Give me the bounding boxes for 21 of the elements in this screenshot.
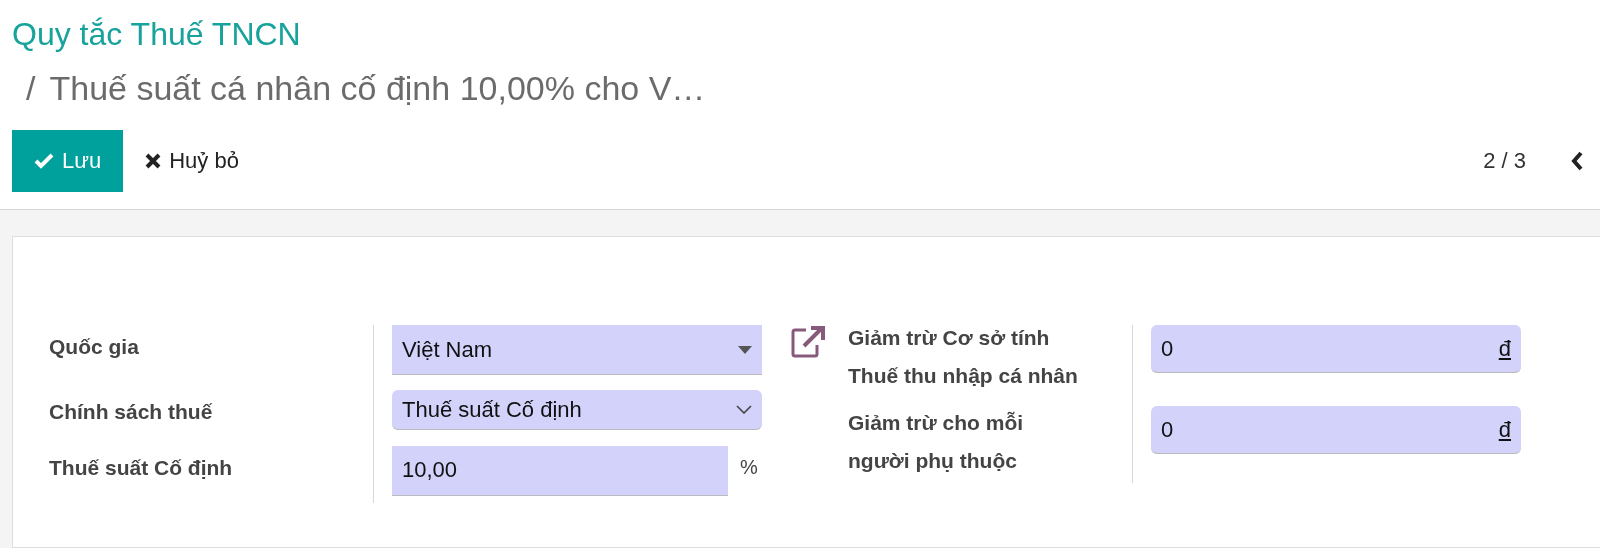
close-icon [145, 153, 162, 169]
chevron-left-icon [1570, 150, 1584, 172]
field-label: Quốc gia [49, 334, 140, 360]
percent-suffix: % [740, 454, 759, 479]
field-label: Thuế suất Cố định [49, 454, 234, 481]
amount-field[interactable]: 0 đ [1151, 406, 1521, 454]
amount-field[interactable]: 0 đ [1151, 325, 1521, 373]
external-link-icon[interactable] [790, 325, 826, 359]
field-label: Chính sách thuế [49, 399, 214, 426]
field-label: Giảm trừ Cơ sở tính Thuế thu nhập cá nhân [848, 325, 1079, 389]
dropdown-field[interactable]: Thuế suất Cố định [392, 390, 762, 431]
dropdown-field[interactable]: Việt Nam [392, 325, 762, 375]
discard-button[interactable]: Huỷ bỏ [123, 130, 261, 192]
field-label: Giảm trừ cho mỗi người phụ thuộc [848, 410, 1025, 474]
check-icon [34, 153, 54, 169]
breadcrumb-separator: / [26, 68, 36, 109]
record-title: Thuế suất cá nhân cố định 10,00% cho V… [49, 68, 706, 109]
dropdown-caret-icon [738, 345, 752, 354]
pager-counter: 2 / 3 [1483, 148, 1526, 174]
input-field[interactable]: 10,00 [392, 445, 728, 496]
chevron-down-icon [736, 405, 752, 415]
